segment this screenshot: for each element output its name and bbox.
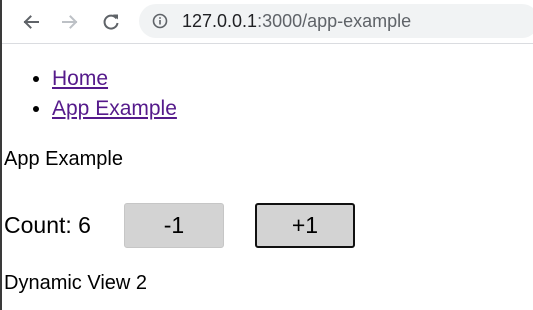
info-icon[interactable] (152, 13, 168, 29)
counter-row: Count: 6 -1 +1 (4, 202, 524, 248)
address-bar[interactable]: 127.0.0.1:3000/app-example (139, 4, 533, 38)
url-host: 127.0.0.1 (182, 11, 258, 31)
browser-toolbar: 127.0.0.1:3000/app-example (2, 0, 533, 44)
app-example-link[interactable]: App Example (52, 97, 177, 120)
arrow-left-icon (23, 15, 39, 29)
increment-button[interactable]: +1 (255, 203, 355, 248)
arrow-right-icon (62, 15, 78, 29)
decrement-button[interactable]: -1 (124, 203, 224, 248)
page-content: Home App Example App Example Count: 6 -1… (2, 44, 533, 310)
url-path: :3000/app-example (257, 11, 412, 31)
url-text[interactable]: 127.0.0.1:3000/app-example (182, 11, 411, 31)
back-button[interactable] (18, 9, 44, 35)
nav-item-app-example: App Example (52, 94, 177, 124)
reload-icon (103, 14, 119, 30)
count-label: Count: 6 (4, 212, 91, 238)
forward-button[interactable] (57, 9, 83, 35)
home-link[interactable]: Home (52, 67, 108, 90)
page-title: App Example (4, 148, 123, 170)
nav-list: Home App Example (2, 64, 177, 124)
nav-item-home: Home (52, 64, 177, 94)
dynamic-view-text: Dynamic View 2 (4, 272, 148, 294)
browser-window: 127.0.0.1:3000/app-example Home App Exam… (0, 0, 533, 310)
reload-button[interactable] (98, 9, 124, 35)
